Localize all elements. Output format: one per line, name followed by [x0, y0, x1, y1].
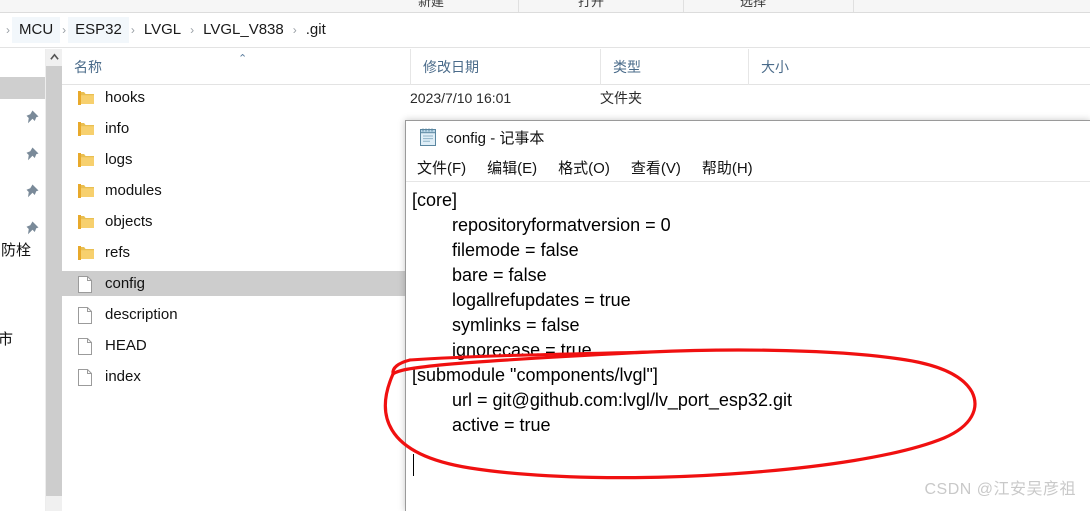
nav-item-label-clipped[interactable]: 消防栓: [0, 239, 31, 260]
address-bar[interactable]: › MCU › ESP32 › LVGL › LVGL_V838 › .git: [0, 13, 1090, 48]
text-caret: [413, 454, 414, 476]
folder-icon: [78, 244, 94, 262]
column-header-type[interactable]: 类型: [600, 49, 748, 85]
column-header-size-label: 大小: [761, 59, 789, 75]
notepad-menu-bar[interactable]: 文件(F) 编辑(E) 格式(O) 查看(V) 帮助(H): [406, 154, 1090, 181]
ribbon-separator: [853, 0, 854, 12]
file-icon: [78, 368, 94, 386]
notepad-window[interactable]: config - 记事本 文件(F) 编辑(E) 格式(O) 查看(V) 帮助(…: [405, 120, 1090, 511]
column-header-date-label: 修改日期: [423, 59, 479, 75]
menu-file[interactable]: 文件(F): [417, 157, 466, 178]
file-name: config: [105, 275, 146, 292]
pin-icon: [22, 146, 40, 164]
ribbon-new-button[interactable]: 新建: [418, 0, 444, 10]
folder-icon: [78, 213, 94, 231]
nav-item-label-clipped[interactable]: 市: [0, 328, 13, 349]
breadcrumb-chevron-icon[interactable]: ›: [188, 20, 196, 40]
breadcrumb-chevron-icon[interactable]: ›: [291, 20, 299, 40]
table-row[interactable]: hooks 2023/7/10 16:01 文件夹: [62, 85, 1090, 110]
chevron-up-icon[interactable]: [46, 49, 63, 66]
column-header-size[interactable]: 大小: [748, 49, 898, 85]
file-name: description: [105, 306, 178, 323]
file-name: modules: [105, 182, 162, 199]
pin-icon: [22, 220, 40, 238]
notepad-title: config - 记事本: [446, 130, 545, 147]
file-name: info: [105, 120, 130, 137]
menu-format[interactable]: 格式(O): [558, 157, 610, 178]
ribbon-separator: [683, 0, 684, 12]
breadcrumb-item-git[interactable]: .git: [299, 17, 333, 43]
column-header-type-label: 类型: [613, 59, 641, 75]
menu-view[interactable]: 查看(V): [631, 157, 681, 178]
folder-icon: [78, 182, 94, 200]
nav-selected-item[interactable]: [0, 77, 45, 99]
folder-icon: [78, 89, 94, 107]
file-icon: [78, 306, 94, 324]
file-icon: [78, 337, 94, 355]
column-headers: 名称 ⌃ 修改日期 类型 大小: [62, 49, 1090, 85]
navigation-pane[interactable]: 消防栓 市: [0, 49, 45, 511]
breadcrumb-item-mcu[interactable]: MCU: [12, 17, 61, 43]
ribbon-open-button[interactable]: 打开: [578, 0, 604, 10]
menu-help[interactable]: 帮助(H): [702, 157, 753, 178]
ribbon-toolbar-clipped: 新建 打开 选择: [0, 0, 1090, 13]
notepad-title-bar[interactable]: config - 记事本: [406, 121, 1090, 154]
column-header-name-label: 名称: [74, 59, 102, 75]
folder-icon: [78, 151, 94, 169]
column-header-name[interactable]: 名称 ⌃: [62, 49, 410, 85]
file-name: refs: [105, 244, 131, 261]
screenshot-root: 新建 打开 选择 › MCU › ESP32 › LVGL › LVGL_V83…: [0, 0, 1090, 511]
breadcrumb-item-lvgl[interactable]: LVGL: [137, 17, 188, 43]
file-name: logs: [105, 151, 133, 168]
breadcrumb-root-chevron-icon[interactable]: ›: [4, 20, 12, 40]
breadcrumb-item-esp32[interactable]: ESP32: [68, 17, 129, 43]
breadcrumb-chevron-icon[interactable]: ›: [60, 20, 68, 40]
folder-icon: [78, 120, 94, 138]
notepad-icon: [418, 128, 437, 147]
pin-icon: [22, 183, 40, 201]
sort-ascending-icon: ⌃: [238, 53, 248, 65]
pin-icon: [22, 109, 40, 127]
ribbon-separator: [518, 0, 519, 12]
breadcrumb-chevron-icon[interactable]: ›: [129, 20, 137, 40]
file-icon: [78, 275, 94, 293]
menu-edit[interactable]: 编辑(E): [487, 157, 537, 178]
ribbon-select-button[interactable]: 选择: [740, 0, 766, 10]
file-name: objects: [105, 213, 153, 230]
file-type: 文件夹: [600, 89, 642, 106]
file-name: hooks: [105, 89, 146, 106]
file-name: HEAD: [105, 337, 147, 354]
csdn-watermark: CSDN @江安吴彦祖: [924, 481, 1076, 498]
scrollbar-thumb[interactable]: [46, 66, 63, 496]
notepad-text-area[interactable]: [core] repositoryformatversion = 0 filem…: [406, 181, 1090, 511]
file-name: index: [105, 368, 141, 385]
file-date-modified: 2023/7/10 16:01: [410, 89, 512, 106]
column-header-date-modified[interactable]: 修改日期: [410, 49, 600, 85]
nav-pane-scrollbar[interactable]: [45, 49, 63, 511]
breadcrumb-item-lvgl-v838[interactable]: LVGL_V838: [196, 17, 291, 43]
